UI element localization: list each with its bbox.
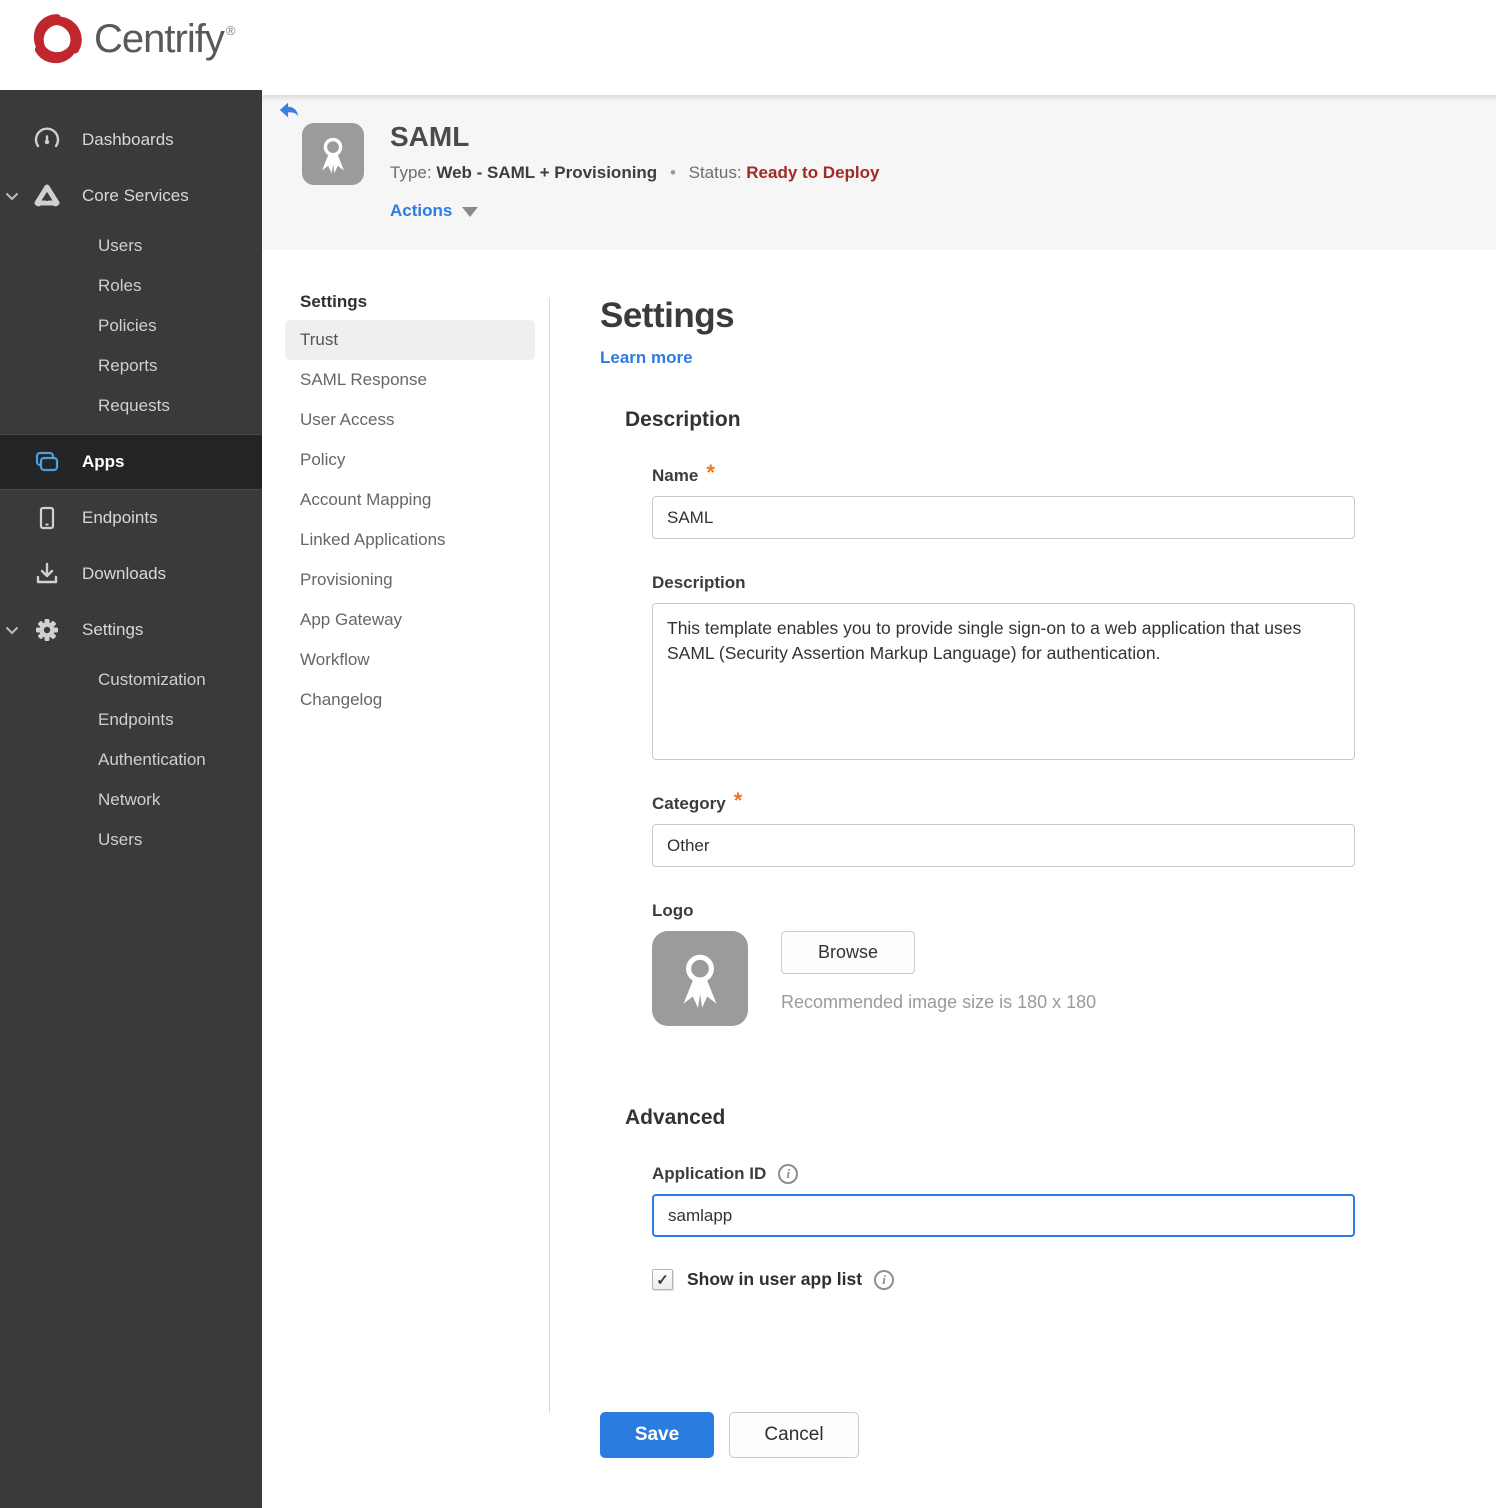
name-field-label: Name * xyxy=(652,460,715,485)
sidebar-item-label: Endpoints xyxy=(82,508,158,527)
learn-more-link[interactable]: Learn more xyxy=(600,348,693,368)
gear-icon xyxy=(34,617,60,643)
tab-workflow[interactable]: Workflow xyxy=(285,640,535,680)
sidebar-item-apps[interactable]: Apps xyxy=(0,434,262,490)
settings-form: Settings Learn more Description Name * D… xyxy=(600,296,1380,1458)
app-logo-preview xyxy=(652,931,748,1026)
required-asterisk: * xyxy=(706,460,715,485)
tab-changelog[interactable]: Changelog xyxy=(285,680,535,720)
tab-linked-applications[interactable]: Linked Applications xyxy=(285,520,535,560)
description-section-heading: Description xyxy=(625,408,741,431)
sidebar-item-customization[interactable]: Customization xyxy=(0,660,262,700)
tab-saml-response[interactable]: SAML Response xyxy=(285,360,535,400)
sidebar-item-reports[interactable]: Reports xyxy=(0,346,262,386)
registered-mark: ® xyxy=(225,22,236,38)
tab-trust[interactable]: Trust xyxy=(285,320,535,360)
app-logo-small xyxy=(302,123,364,185)
sidebar-item-network[interactable]: Network xyxy=(0,780,262,820)
sidebar-item-policies[interactable]: Policies xyxy=(0,306,262,346)
browse-button[interactable]: Browse xyxy=(781,931,915,974)
brand-name: Centrify xyxy=(94,16,225,61)
tab-provisioning[interactable]: Provisioning xyxy=(285,560,535,600)
description-field-label: Description xyxy=(652,573,746,592)
back-arrow-icon[interactable] xyxy=(278,100,300,120)
centrify-swirl-icon xyxy=(33,14,82,64)
description-textarea[interactable]: This template enables you to provide sin… xyxy=(652,603,1355,760)
gauge-icon xyxy=(34,127,60,153)
show-in-user-app-list-label: Show in user app list xyxy=(687,1269,863,1289)
core-services-icon xyxy=(34,183,60,209)
download-icon xyxy=(34,561,60,587)
sidebar-item-endpoints[interactable]: Endpoints xyxy=(0,490,262,546)
top-bar: Centrify ® xyxy=(0,0,1496,90)
sidebar-item-requests[interactable]: Requests xyxy=(0,386,262,426)
chevron-down-icon xyxy=(6,627,18,635)
sidebar-item-users[interactable]: Users xyxy=(0,226,262,266)
caret-down-icon xyxy=(462,207,479,217)
page-title: SAML xyxy=(390,121,470,152)
save-button[interactable]: Save xyxy=(600,1412,714,1458)
sidebar-item-dashboards[interactable]: Dashboards xyxy=(0,112,262,168)
application-id-input[interactable] xyxy=(652,1194,1355,1237)
vertical-divider xyxy=(549,298,550,1413)
required-asterisk: * xyxy=(733,788,743,813)
sidebar: Dashboards Core Services Users Roles Pol… xyxy=(0,90,262,1508)
status-label: Status: xyxy=(688,163,742,182)
sidebar-item-core-services[interactable]: Core Services xyxy=(0,168,262,224)
tab-account-mapping[interactable]: Account Mapping xyxy=(285,480,535,520)
sidebar-item-downloads[interactable]: Downloads xyxy=(0,546,262,602)
section-title: Settings xyxy=(600,296,735,335)
mobile-device-icon xyxy=(34,505,60,531)
advanced-section-heading: Advanced xyxy=(625,1106,726,1129)
sidebar-item-authentication[interactable]: Authentication xyxy=(0,740,262,780)
actions-label: Actions xyxy=(390,201,453,220)
content-area: Settings Trust SAML Response User Access… xyxy=(262,250,1496,1508)
sidebar-item-label: Dashboards xyxy=(82,130,174,149)
core-services-subnav: Users Roles Policies Reports Requests xyxy=(0,224,262,434)
sidebar-item-label: Core Services xyxy=(82,186,189,205)
centrify-logo: Centrify ® xyxy=(28,10,235,68)
sidebar-item-endpoints-settings[interactable]: Endpoints xyxy=(0,700,262,740)
show-in-user-app-list-checkbox[interactable]: ✓ xyxy=(652,1269,673,1290)
sidebar-item-label: Apps xyxy=(82,452,125,471)
sidebar-item-label: Downloads xyxy=(82,564,167,583)
app-meta: Type: Web - SAML + Provisioning • Status… xyxy=(390,163,879,183)
chevron-down-icon xyxy=(6,193,18,201)
status-badge: Ready to Deploy xyxy=(746,163,880,182)
logo-field-label: Logo xyxy=(652,901,694,920)
type-value: Web - SAML + Provisioning xyxy=(436,163,658,182)
sidebar-item-label: Settings xyxy=(82,620,144,639)
subnav-heading: Settings xyxy=(300,292,368,311)
logo-size-hint: Recommended image size is 180 x 180 xyxy=(781,992,1097,1012)
sidebar-item-roles[interactable]: Roles xyxy=(0,266,262,306)
info-icon[interactable]: i xyxy=(874,1269,895,1290)
tab-app-gateway[interactable]: App Gateway xyxy=(285,600,535,640)
app-header: SAML Type: Web - SAML + Provisioning • S… xyxy=(262,95,1496,250)
tab-policy[interactable]: Policy xyxy=(285,440,535,480)
category-field-label: Category * xyxy=(652,788,743,813)
application-id-label: Application ID i xyxy=(652,1164,1380,1184)
meta-separator: • xyxy=(669,163,676,182)
name-input[interactable] xyxy=(652,496,1355,539)
category-input[interactable] xyxy=(652,824,1355,867)
settings-subnav-panel: Settings Trust SAML Response User Access… xyxy=(285,292,535,720)
cancel-button[interactable]: Cancel xyxy=(729,1412,859,1458)
info-icon[interactable]: i xyxy=(778,1164,799,1184)
tab-user-access[interactable]: User Access xyxy=(285,400,535,440)
actions-dropdown[interactable]: Actions xyxy=(390,201,479,221)
sidebar-item-settings[interactable]: Settings xyxy=(0,602,262,658)
settings-subnav: Customization Endpoints Authentication N… xyxy=(0,658,262,868)
sidebar-item-users-settings[interactable]: Users xyxy=(0,820,262,860)
apps-icon xyxy=(34,449,60,475)
type-label: Type: xyxy=(390,163,432,182)
